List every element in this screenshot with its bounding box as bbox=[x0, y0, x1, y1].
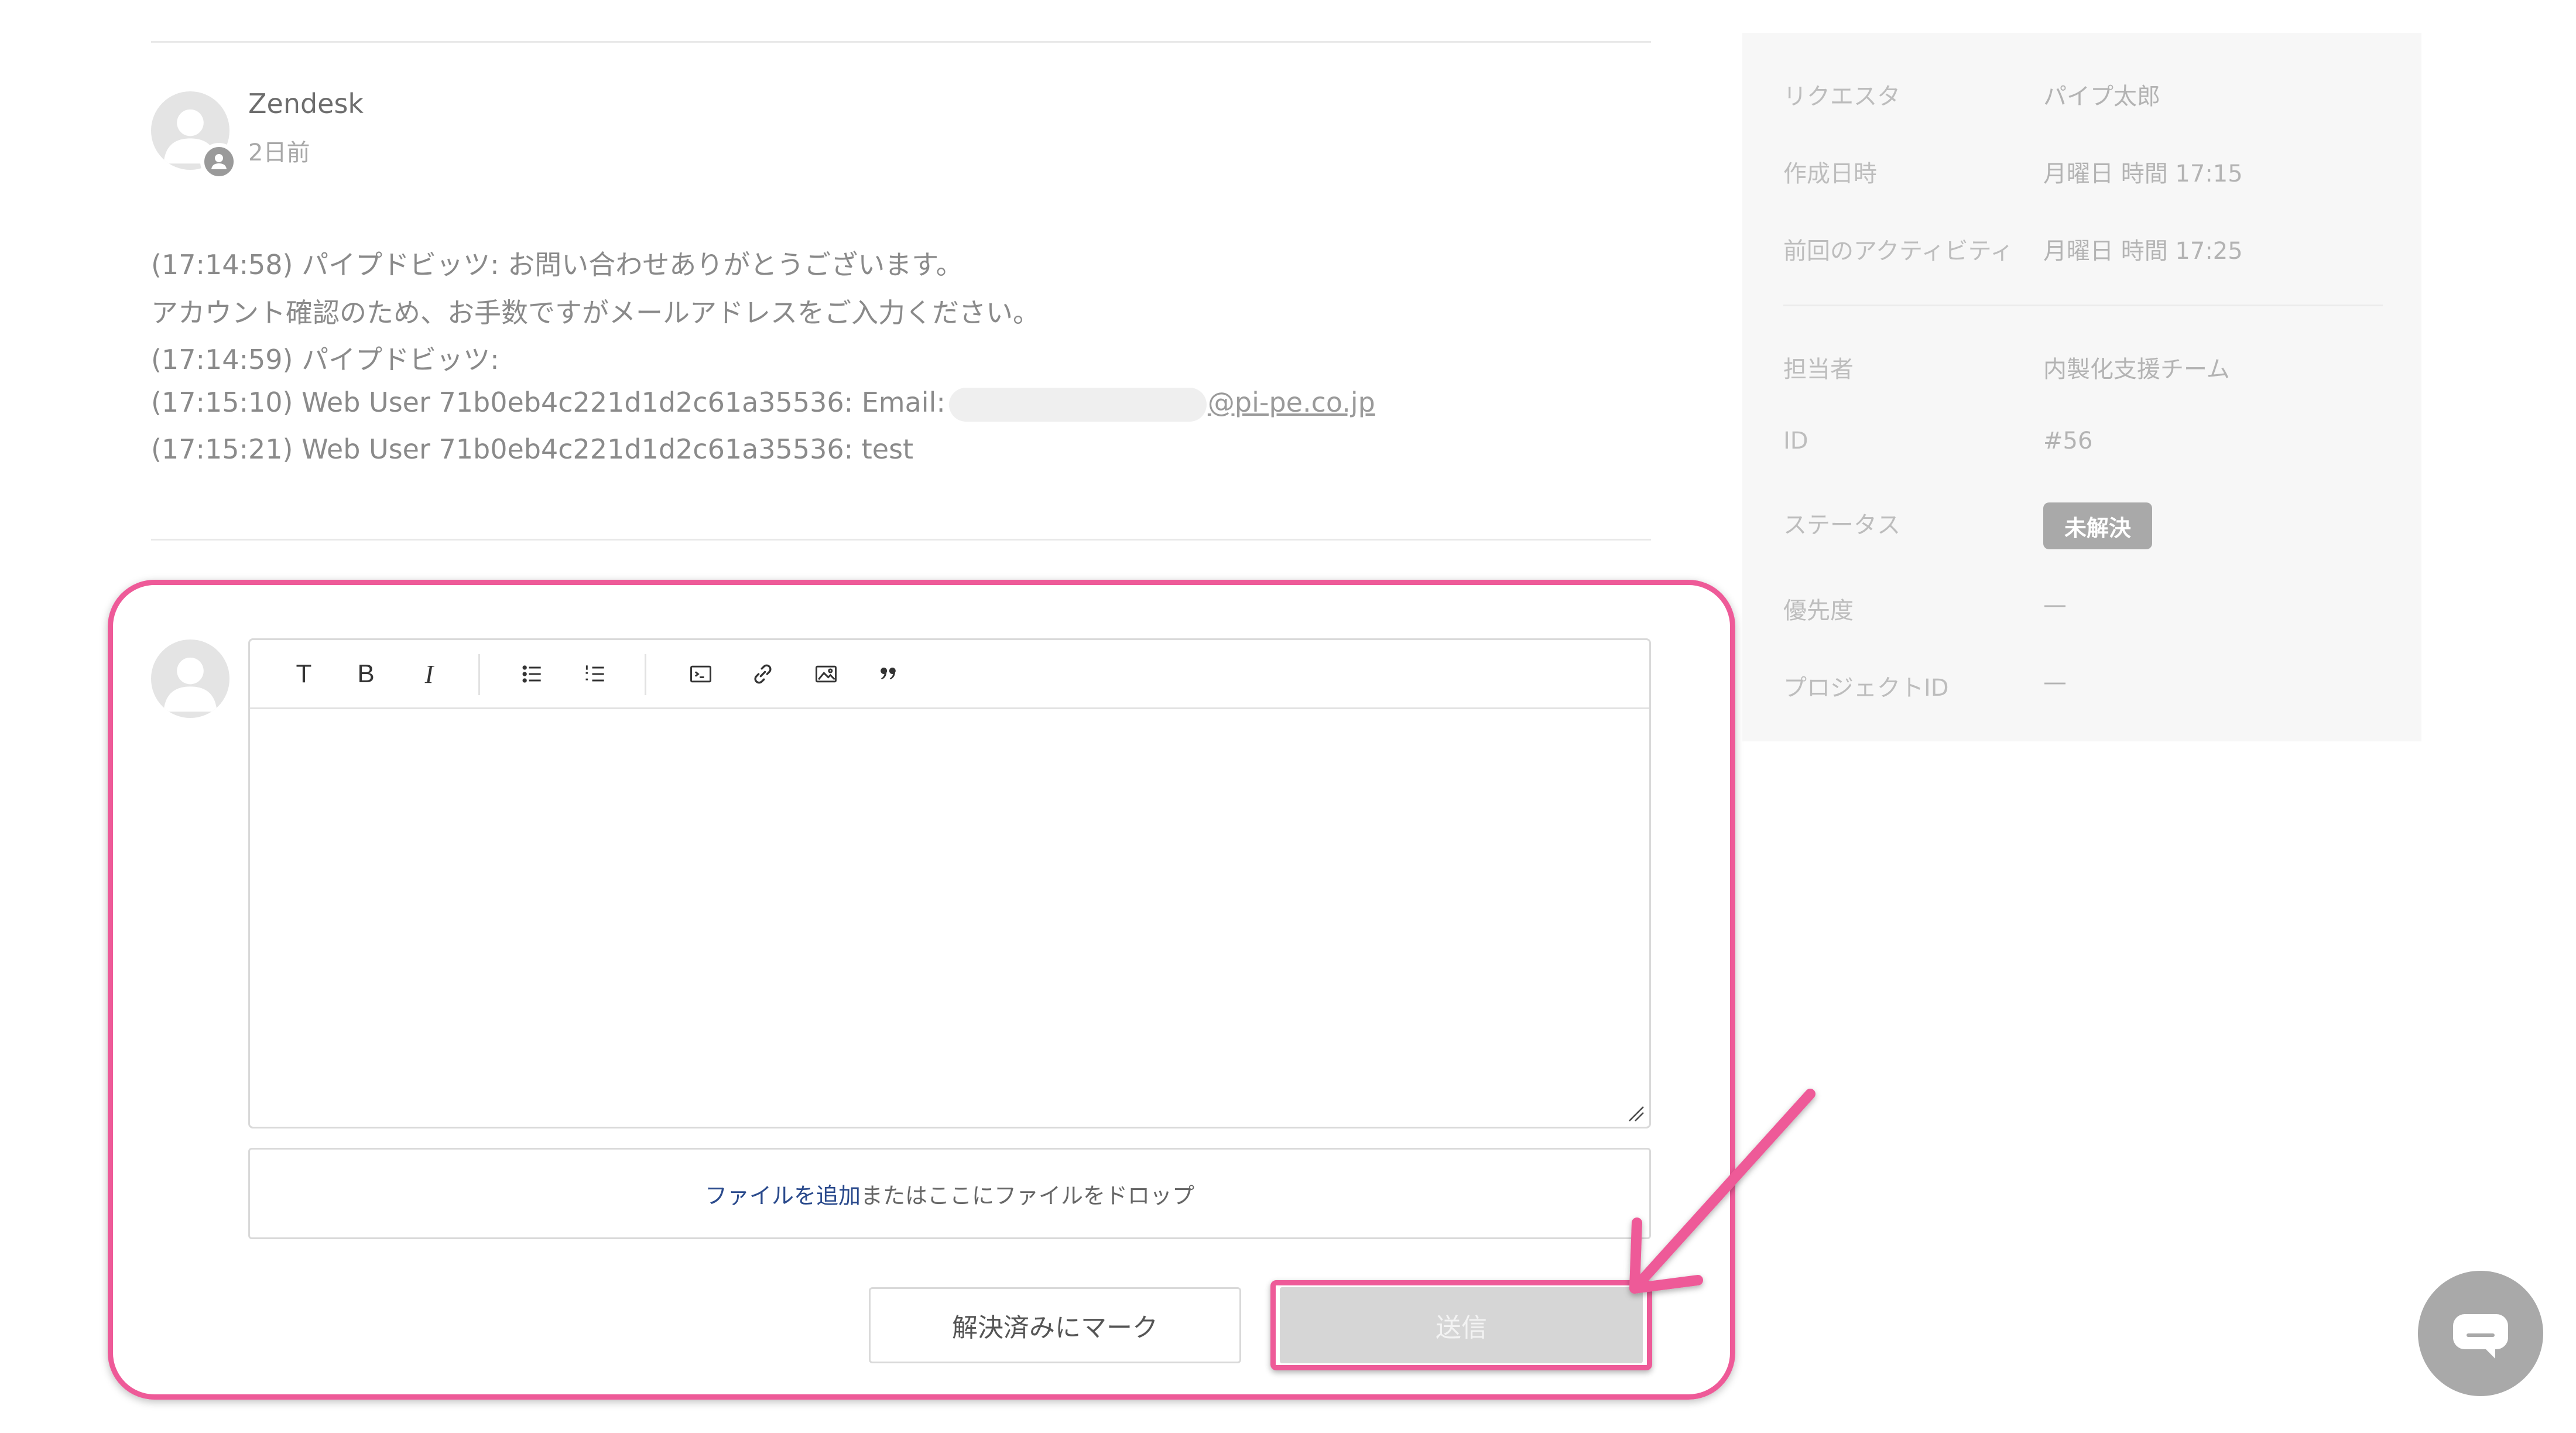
created-value: 月曜日 時間 17:15 bbox=[2043, 160, 2243, 187]
comment-divider bbox=[151, 539, 1651, 541]
message-line: (17:15:21) Web User 71b0eb4c221d1d2c61a3… bbox=[151, 433, 914, 465]
priority-label: 優先度 bbox=[1783, 597, 1854, 624]
agent-badge-icon bbox=[200, 143, 238, 180]
message-line: アカウント確認のため、お手数ですがメールアドレスをご入力ください。 bbox=[151, 297, 1040, 329]
last-activity-label: 前回のアクティビティ bbox=[1783, 238, 2014, 265]
panel-divider bbox=[1783, 305, 2383, 306]
requester-value: パイプ太郎 bbox=[2043, 83, 2160, 110]
requester-label: リクエスタ bbox=[1783, 83, 1900, 110]
id-value: #56 bbox=[2043, 427, 2093, 454]
assignee-label: 担当者 bbox=[1783, 356, 1854, 383]
chat-bubble-icon bbox=[2453, 1314, 2508, 1359]
id-label: ID bbox=[1783, 427, 1808, 454]
comment-time: 2日前 bbox=[248, 139, 310, 166]
status-label: ステータス bbox=[1783, 512, 1900, 539]
project-id-label: プロジェクトID bbox=[1783, 675, 1949, 702]
chat-launcher-button[interactable] bbox=[2418, 1271, 2543, 1396]
ticket-details-panel bbox=[1742, 33, 2421, 741]
message-line-text: (17:15:10) Web User 71b0eb4c221d1d2c61a3… bbox=[151, 387, 946, 418]
message-line: (17:14:59) パイプドビッツ: bbox=[151, 344, 499, 375]
message-line-email: (17:15:10) Web User 71b0eb4c221d1d2c61a3… bbox=[151, 387, 1375, 422]
last-activity-value: 月曜日 時間 17:25 bbox=[2043, 238, 2243, 265]
message-line: (17:14:58) パイプドビッツ: お問い合わせありがとうございます。 bbox=[151, 249, 963, 281]
comment-author: Zendesk bbox=[248, 88, 364, 119]
annotation-arrow-icon bbox=[1629, 1089, 1815, 1294]
redacted-email bbox=[948, 387, 1207, 422]
priority-value: — bbox=[2043, 591, 2067, 618]
project-id-value: — bbox=[2043, 669, 2067, 696]
highlight-send-button bbox=[1270, 1280, 1652, 1370]
highlight-reply-area bbox=[108, 580, 1735, 1400]
created-label: 作成日時 bbox=[1783, 160, 1877, 187]
assignee-value: 内製化支援チーム bbox=[2043, 356, 2230, 383]
status-badge: 未解決 bbox=[2043, 502, 2152, 549]
top-divider bbox=[151, 41, 1651, 43]
email-link[interactable]: @pi-pe.co.jp bbox=[1208, 387, 1375, 418]
